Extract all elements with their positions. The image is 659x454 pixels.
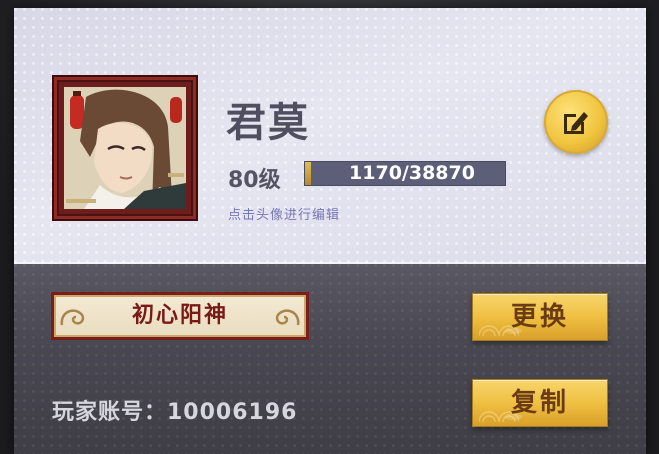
copy-account-button[interactable]: 复制 bbox=[472, 379, 608, 427]
change-button-label: 更换 bbox=[510, 302, 569, 332]
player-name: 君莫 bbox=[226, 100, 310, 146]
profile-panel: 君莫 80级 1170/38870 点击头像进行编辑 初心阳神 更换 玩家账号：… bbox=[14, 8, 646, 454]
xp-progress-text: 1170/38870 bbox=[349, 162, 475, 184]
copy-button-label: 复制 bbox=[510, 388, 569, 418]
avatar-button[interactable] bbox=[52, 75, 198, 221]
xp-progress-bar: 1170/38870 bbox=[304, 161, 506, 186]
profile-screen: 君莫 80级 1170/38870 点击头像进行编辑 初心阳神 更换 玩家账号：… bbox=[0, 0, 659, 454]
player-level: 80级 bbox=[228, 168, 281, 193]
edit-profile-button[interactable] bbox=[544, 90, 608, 154]
change-title-button[interactable]: 更换 bbox=[472, 293, 608, 341]
avatar-edit-hint: 点击头像进行编辑 bbox=[228, 208, 341, 223]
profile-header-section: 君莫 80级 1170/38870 点击头像进行编辑 bbox=[14, 8, 646, 264]
avatar-portrait-image bbox=[64, 87, 186, 209]
player-title-plate: 初心阳神 bbox=[51, 292, 309, 340]
cloud-swirl-icon bbox=[275, 309, 300, 326]
avatar[interactable] bbox=[64, 87, 186, 209]
account-id: 玩家账号：10006196 bbox=[52, 400, 298, 425]
edit-pencil-icon bbox=[564, 112, 588, 134]
